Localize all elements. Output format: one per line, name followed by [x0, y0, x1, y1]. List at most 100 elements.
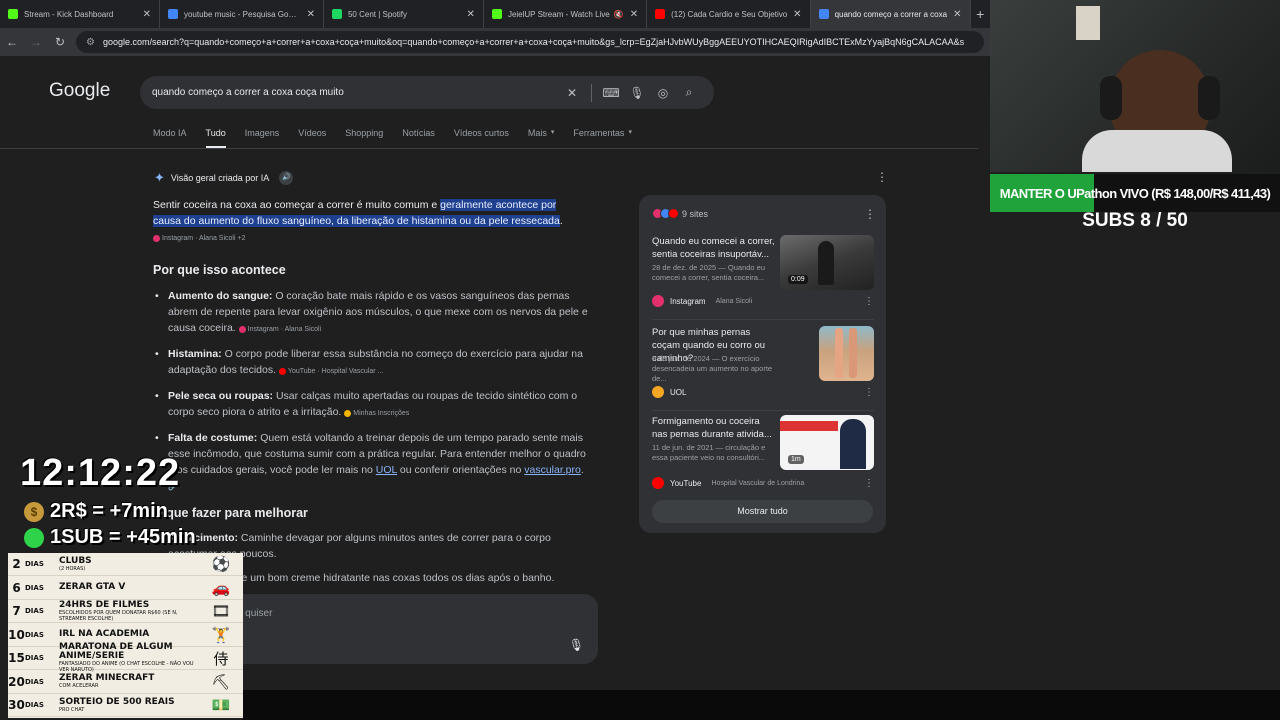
more-options-icon[interactable]: ⋮	[864, 207, 876, 221]
source-card[interactable]: Quando eu comecei a correr, sentia cocei…	[652, 235, 874, 315]
browser-tab[interactable]: quando começo a correr a coxa ✕	[810, 0, 971, 28]
show-all-button[interactable]: Mostrar tudo	[652, 500, 873, 523]
browser-tab[interactable]: 50 Cent | Spotify ✕	[324, 0, 484, 28]
article-thumbnail[interactable]	[819, 326, 874, 381]
reload-icon[interactable]: ↻	[48, 35, 72, 49]
close-icon[interactable]: ✕	[793, 9, 801, 20]
tab-favicon-icon	[491, 9, 502, 19]
search-icon[interactable]: ⌕	[676, 85, 702, 100]
headphone-right	[1198, 76, 1220, 120]
browser-tab[interactable]: (12) Cada Cardio e Seu Objetivo ✕	[647, 0, 811, 28]
video-thumbnail[interactable]: 1m	[780, 415, 874, 470]
source-icon	[238, 325, 246, 333]
citation-chip[interactable]: Instagram · Alana Sicoli	[238, 325, 322, 333]
goal-icon: 侍	[213, 650, 229, 668]
divider	[652, 410, 874, 411]
muted-icon[interactable]: 🔇	[614, 10, 624, 19]
sub-rate: 1SUB = +45min	[24, 526, 196, 549]
tab-vídeos[interactable]: Vídeos	[298, 128, 326, 148]
goal-text: IRL NA ACADEMIA	[59, 630, 199, 639]
tab-modo-ia[interactable]: Modo IA	[153, 128, 187, 148]
source-title[interactable]: Formigamento ou coceira nas pernas duran…	[652, 415, 776, 441]
tab-vídeos-curtos[interactable]: Vídeos curtos	[454, 128, 509, 148]
source-row[interactable]: Instagram Alana Sicoli ⋮	[652, 295, 874, 307]
video-duration: 0:09	[788, 275, 808, 284]
list-item: Pele seca ou roupas: Usar calças muito a…	[153, 388, 593, 422]
source-card[interactable]: Formigamento ou coceira nas pernas duran…	[652, 415, 874, 495]
streamer-shirt	[1082, 130, 1232, 172]
search-box[interactable]: quando começo a correr a coxa coça muito…	[140, 76, 714, 109]
forward-icon[interactable]: →	[24, 35, 48, 49]
mic-icon[interactable]: 🎙	[624, 86, 650, 100]
intro-text: Sentir coceira na coxa ao começar a corr…	[153, 199, 441, 211]
site-info-icon[interactable]: ⚙	[86, 37, 95, 48]
back-icon[interactable]: ←	[0, 35, 24, 49]
browser-tab[interactable]: JeielUP Stream - Watch Live 🔇 ✕	[484, 0, 648, 28]
goal-days-number: 6	[12, 580, 21, 595]
tab-mais[interactable]: Mais	[528, 128, 547, 148]
tab-notícias[interactable]: Notícias	[402, 128, 435, 148]
browser-tab[interactable]: Stream - Kick Dashboard ✕	[0, 0, 160, 28]
source-title[interactable]: Quando eu comecei a correr, sentia cocei…	[652, 235, 776, 261]
source-row[interactable]: UOL ⋮	[652, 386, 874, 398]
source-favicons	[652, 208, 679, 219]
source-name: Instagram	[670, 296, 706, 306]
close-icon[interactable]: ✕	[630, 9, 638, 20]
uol-link[interactable]: UOL	[376, 464, 397, 476]
intro-end: .	[559, 215, 563, 227]
clear-icon[interactable]: ✕	[559, 86, 585, 100]
source-card[interactable]: Por que minhas pernas coçam quando eu co…	[652, 326, 874, 406]
ai-overview-header: ✦ Visão geral criada por IA 🔊	[154, 170, 294, 186]
leg-shape	[849, 328, 857, 378]
sources-header[interactable]: 9 sites	[652, 208, 708, 219]
close-icon[interactable]: ✕	[307, 9, 315, 20]
search-input[interactable]: quando começo a correr a coxa coça muito	[152, 87, 559, 98]
goal-title: CLUBS	[59, 555, 92, 566]
citation-chip[interactable]: Instagram · Alana Sicoli +2	[153, 234, 245, 242]
citation-label: Instagram · Alana Sicoli	[247, 326, 322, 333]
keyboard-icon[interactable]: ⌨	[598, 86, 624, 100]
goal-icon: 🏋	[211, 626, 231, 644]
goal-days-number: 30	[8, 698, 25, 712]
tab-label: (12) Cada Cardio e Seu Objetivo	[671, 9, 788, 19]
google-logo[interactable]: Google	[49, 80, 110, 102]
runner-figure	[818, 241, 834, 285]
speaker-icon[interactable]: 🔊	[279, 171, 294, 185]
goal-title: ZERAR MINECRAFT	[59, 673, 155, 683]
close-icon[interactable]: ✕	[467, 9, 475, 20]
scrollbar[interactable]	[978, 56, 990, 720]
new-tab-icon[interactable]: +	[971, 0, 990, 28]
close-icon[interactable]: ✕	[143, 9, 151, 20]
source-name: UOL	[670, 387, 687, 397]
mic-icon[interactable]: 🎙	[569, 638, 584, 652]
source-row[interactable]: YouTube Hospital Vascular de Londrina ⋮	[652, 477, 874, 489]
goal-subtext: ESCOLHIDOS POR QUEM DONATAR R$60 (SE N, …	[59, 609, 178, 622]
marathon-label: MANTER O UPathon VIVO (R$ 148,00/R$ 411,…	[999, 185, 1271, 201]
video-thumbnail[interactable]: 0:09	[780, 235, 874, 290]
more-options-icon[interactable]: ⋮	[864, 478, 874, 489]
tab-shopping[interactable]: Shopping	[345, 128, 383, 148]
ai-overview-title: Visão geral criada por IA	[170, 173, 270, 183]
goal-title: SORTEIO DE 500 REAIS	[59, 696, 175, 707]
citation-chip[interactable]: YouTube · Hospital Vascular ...	[278, 367, 383, 375]
youtube-icon	[668, 208, 679, 219]
browser-tab[interactable]: youtube music - Pesquisa Google ✕	[160, 0, 324, 28]
more-options-icon[interactable]: ⋮	[876, 170, 888, 184]
sources-panel: 9 sites ⋮ Quando eu comecei a correr, se…	[639, 195, 886, 533]
taskbar-strip	[243, 690, 1280, 720]
source-snippet: 11 de jun. de 2021 — circulação e essa p…	[652, 443, 766, 462]
goal-text: CLUBS (2 HORAS)	[59, 555, 199, 572]
more-options-icon[interactable]: ⋮	[864, 296, 874, 307]
vascular-link[interactable]: vascular.pro	[524, 464, 581, 476]
tab-ferramentas[interactable]: Ferramentas	[573, 128, 624, 148]
ai-overview-intro: Sentir coceira na coxa ao começar a corr…	[153, 197, 573, 247]
more-options-icon[interactable]: ⋮	[864, 387, 874, 398]
tab-imagens[interactable]: Imagens	[245, 128, 280, 148]
close-icon[interactable]: ✕	[953, 9, 961, 20]
address-bar[interactable]: ⚙ google.com/search?q=quando+começo+a+co…	[76, 31, 984, 53]
lens-icon[interactable]: ◎	[650, 86, 676, 100]
citation-chip[interactable]: Minhas Inscrições	[344, 409, 409, 417]
goal-days-label: DIAS	[25, 607, 44, 615]
tab-tudo[interactable]: Tudo	[205, 128, 226, 148]
source-author: Alana Sicoli	[715, 297, 753, 305]
